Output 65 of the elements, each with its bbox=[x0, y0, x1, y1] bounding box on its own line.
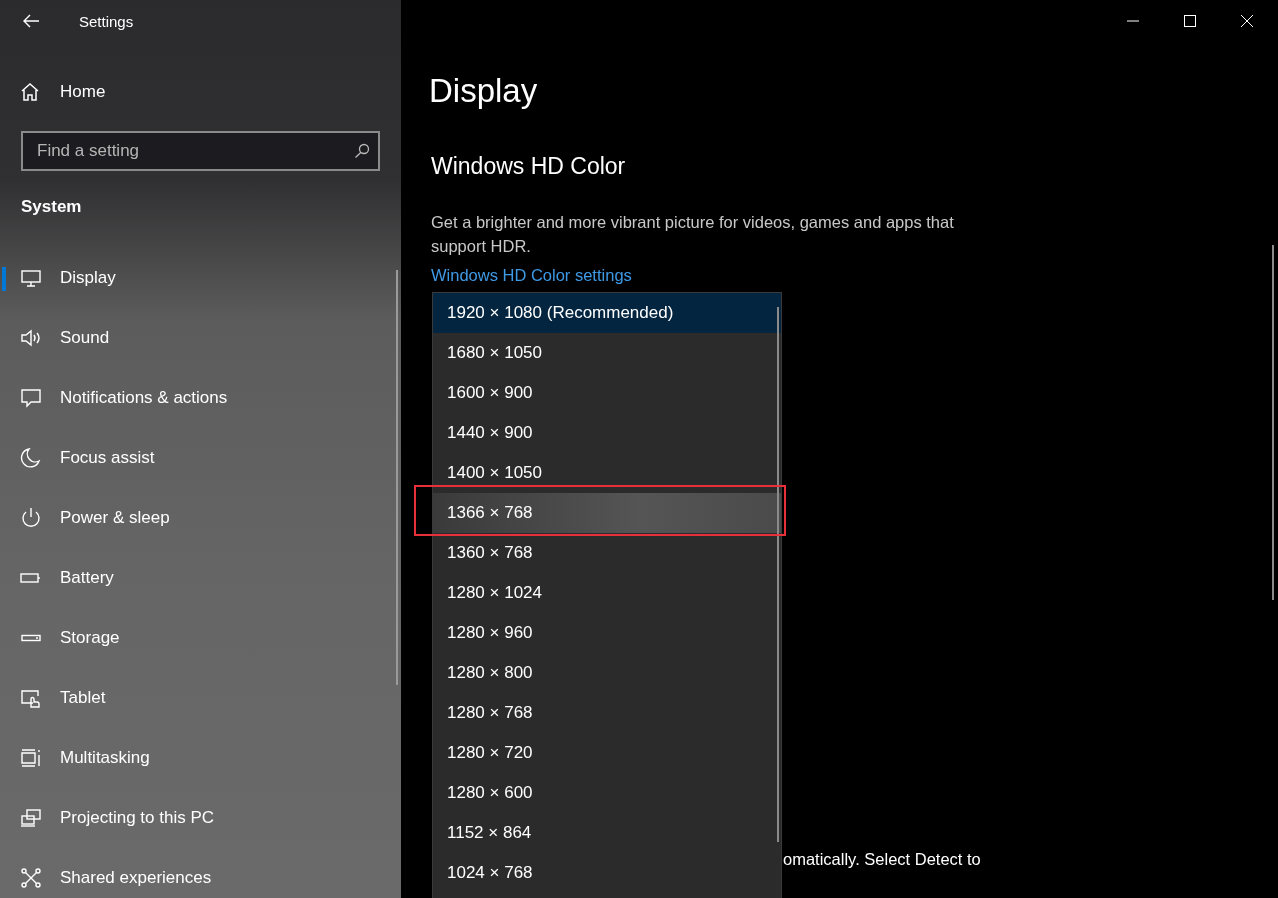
maximize-icon[interactable] bbox=[1184, 15, 1196, 27]
page-title: Display bbox=[429, 72, 539, 110]
home-nav-item[interactable]: Home bbox=[0, 63, 401, 121]
description-text: Get a brighter and more vibrant picture for videos, games and apps that support HDR. bbox=[431, 212, 955, 257]
sidebar-item-label: Projecting to this PC bbox=[60, 808, 214, 828]
page-scrollbar[interactable] bbox=[1272, 245, 1274, 600]
home-label: Home bbox=[60, 82, 106, 102]
hd-color-settings-link[interactable]: Windows HD Color settings bbox=[431, 266, 632, 285]
sidebar-item-label: Sound bbox=[60, 328, 110, 348]
sidebar-item-label: Notifications & actions bbox=[60, 388, 228, 408]
resolution-option[interactable]: 1280 × 1024 bbox=[433, 573, 781, 613]
sidebar-item[interactable]: Storage bbox=[0, 608, 401, 668]
resolution-option[interactable]: 1360 × 768 bbox=[433, 533, 781, 573]
resolution-option[interactable]: 1024 × 768 bbox=[433, 853, 781, 893]
power-icon bbox=[20, 507, 42, 529]
section-title: Windows HD Color bbox=[431, 153, 627, 180]
sidebar-item[interactable]: Battery bbox=[0, 548, 401, 608]
multitasking-icon bbox=[20, 747, 42, 769]
dropdown-scrollbar[interactable] bbox=[777, 307, 779, 842]
sidebar-item[interactable]: Sound bbox=[0, 308, 401, 368]
back-arrow-icon[interactable] bbox=[22, 14, 40, 28]
monitor-icon bbox=[20, 267, 42, 289]
sidebar-item-label: Power & sleep bbox=[60, 508, 170, 528]
sidebar-item[interactable]: Focus assist bbox=[0, 428, 401, 488]
resolution-option[interactable]: 1440 × 900 bbox=[433, 413, 781, 453]
sidebar-item-label: Shared experiences bbox=[60, 868, 212, 888]
speech-bubble-icon bbox=[20, 387, 42, 409]
sidebar-item[interactable]: Tablet bbox=[0, 668, 401, 728]
section-heading: System bbox=[20, 197, 83, 217]
resolution-option[interactable]: 1152 × 864 bbox=[433, 813, 781, 853]
sidebar-item[interactable]: Multitasking bbox=[0, 728, 401, 788]
sidebar-item-label: Display bbox=[60, 268, 116, 288]
speaker-icon bbox=[20, 327, 42, 349]
resolution-option[interactable]: 1280 × 960 bbox=[433, 613, 781, 653]
sidebar-item-label: Multitasking bbox=[60, 748, 150, 768]
sidebar-item[interactable]: Shared experiences bbox=[0, 848, 401, 898]
resolution-option[interactable]: 1280 × 768 bbox=[433, 693, 781, 733]
search-icon bbox=[354, 143, 370, 159]
resolution-option[interactable]: 1280 × 800 bbox=[433, 653, 781, 693]
search-field[interactable]: Find a setting bbox=[21, 131, 380, 171]
resolution-option[interactable]: 1680 × 1050 bbox=[433, 333, 781, 373]
resolution-option[interactable]: 1280 × 600 bbox=[433, 773, 781, 813]
home-icon bbox=[20, 82, 40, 102]
close-icon[interactable] bbox=[1241, 15, 1253, 27]
sidebar-item-label: Focus assist bbox=[60, 448, 155, 468]
partial-text: omatically. Select Detect to bbox=[783, 850, 981, 869]
resolution-option[interactable]: 1400 × 1050 bbox=[433, 453, 781, 493]
sidebar-item[interactable]: Power & sleep bbox=[0, 488, 401, 548]
sidebar-item-label: Tablet bbox=[60, 688, 106, 708]
sidebar-item[interactable]: Projecting to this PC bbox=[0, 788, 401, 848]
drive-icon bbox=[20, 634, 42, 642]
window-title: Settings bbox=[79, 12, 134, 30]
resolution-option[interactable]: 1280 × 720 bbox=[433, 733, 781, 773]
sidebar-item-label: Battery bbox=[60, 568, 114, 588]
sidebar-item-label: Storage bbox=[60, 628, 120, 648]
resolution-option[interactable]: 1920 × 1080 (Recommended) bbox=[433, 293, 781, 333]
sidebar-item[interactable]: Notifications & actions bbox=[0, 368, 401, 428]
sidebar-item[interactable]: Display bbox=[0, 248, 401, 308]
network-icon bbox=[20, 867, 42, 889]
resolution-option[interactable]: 1366 × 768 bbox=[433, 493, 781, 533]
monitors-icon bbox=[20, 807, 42, 829]
resolution-option[interactable]: 1600 × 900 bbox=[433, 373, 781, 413]
tablet-icon bbox=[20, 687, 42, 709]
sidebar-scrollbar[interactable] bbox=[396, 270, 398, 685]
moon-icon bbox=[20, 447, 42, 469]
